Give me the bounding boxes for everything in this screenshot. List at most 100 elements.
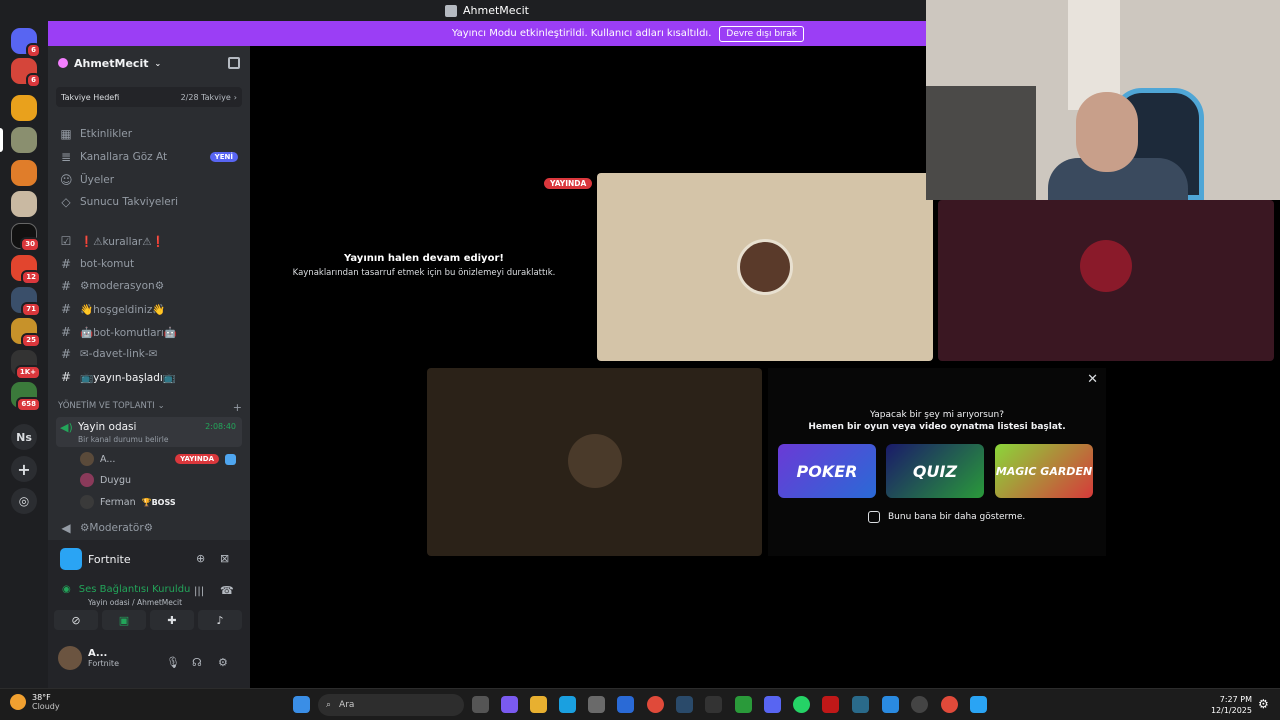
server-icon[interactable]: 658 bbox=[11, 382, 41, 412]
guild-header[interactable]: AhmetMecit ⌄ bbox=[48, 46, 250, 80]
netflix-icon[interactable] bbox=[822, 696, 839, 713]
obs-icon[interactable] bbox=[911, 696, 928, 713]
voice-connection[interactable]: ◉ Ses Bağlantısı Kuruldu bbox=[62, 584, 190, 595]
game-quiz-planet[interactable]: QUIZ bbox=[886, 444, 984, 498]
edge-icon[interactable] bbox=[559, 696, 576, 713]
game-magic-garden[interactable]: MAGIC GARDEN bbox=[995, 444, 1093, 498]
steam-icon[interactable] bbox=[676, 696, 693, 713]
channel-moderasyon[interactable]: # ⚙moderasyon⚙ bbox=[56, 276, 242, 296]
settings-gear-icon[interactable]: ⚙ bbox=[1258, 697, 1269, 711]
popout-icon[interactable]: ⊠ bbox=[220, 552, 229, 565]
whatsapp-icon[interactable] bbox=[793, 696, 810, 713]
channel-label: 👋hoşgeldiniz👋 bbox=[80, 303, 166, 316]
avatar bbox=[1080, 240, 1132, 292]
screen-share-button[interactable]: ▣ bbox=[102, 610, 146, 630]
add-channel-icon[interactable]: + bbox=[233, 401, 242, 414]
server-icon[interactable]: 12 bbox=[11, 255, 41, 285]
connection-channel[interactable]: Yayin odasi / AhmetMecit bbox=[88, 598, 182, 607]
voice-channel-moderator[interactable]: ◀ ⚙Moderatör⚙ bbox=[56, 518, 242, 538]
server-icon[interactable] bbox=[11, 95, 37, 121]
voice-member[interactable]: Ferman 🏆BOSS bbox=[80, 492, 242, 512]
voice-member[interactable]: Duygu bbox=[80, 470, 242, 490]
server-icon[interactable]: 71 bbox=[11, 287, 41, 317]
channel-label: bot-komut bbox=[80, 258, 135, 270]
menu-server-boosts[interactable]: ◇ Sunucu Takviyeleri bbox=[56, 192, 242, 212]
microphone-icon[interactable]: 🎙 bbox=[166, 656, 180, 669]
add-server-icon[interactable]: + bbox=[11, 456, 37, 482]
add-friend-icon[interactable]: ⊕ bbox=[196, 552, 205, 565]
app-icon[interactable] bbox=[882, 696, 899, 713]
epic-games-icon[interactable] bbox=[705, 696, 722, 713]
clock-date: 12/1/2025 bbox=[1210, 706, 1252, 715]
channel-yayin-basladi[interactable]: # 📺yayın-başladı📺 bbox=[56, 367, 242, 387]
user-panel: Fortnite ⊕ ⊠ ◉ Ses Bağlantısı Kuruldu Ya… bbox=[48, 540, 250, 688]
chrome-icon[interactable] bbox=[647, 696, 664, 713]
start-icon[interactable] bbox=[293, 696, 310, 713]
invite-icon[interactable] bbox=[228, 57, 240, 69]
channel-hosgeldiniz[interactable]: # 👋hoşgeldiniz👋 bbox=[56, 299, 242, 319]
boost-goal[interactable]: Takviye Hedefi 2/28 Takviye › bbox=[56, 87, 242, 107]
xbox-icon[interactable] bbox=[735, 696, 752, 713]
discord-icon[interactable] bbox=[764, 696, 781, 713]
disable-streamer-mode-button[interactable]: Devre dışı bırak bbox=[719, 25, 804, 42]
weather-widget[interactable]: 38°F Cloudy bbox=[10, 693, 60, 711]
app-icon[interactable] bbox=[852, 696, 869, 713]
hash-icon: # bbox=[60, 325, 72, 339]
category-label: YÖNETİM VE TOPLANTI bbox=[58, 401, 155, 411]
dont-show-again[interactable]: Bunu bana bir daha gösterme. bbox=[868, 511, 1025, 523]
channel-bot-komut[interactable]: # bot-komut bbox=[56, 254, 242, 274]
menu-events[interactable]: ▦ Etkinlikler bbox=[56, 124, 242, 144]
close-icon[interactable]: ✕ bbox=[1087, 372, 1098, 387]
noise-suppression-icon[interactable]: ||| bbox=[194, 586, 204, 597]
channel-rules[interactable]: ☑ ❗⚠kurallar⚠❗ bbox=[56, 231, 242, 251]
voice-channel-yayin-odasi[interactable]: ◀) Yayin odasi Bir kanal durumu belirle … bbox=[56, 417, 242, 447]
disconnect-icon[interactable]: ☎ bbox=[220, 584, 234, 597]
mail-icon[interactable] bbox=[617, 696, 634, 713]
rules-icon: ☑ bbox=[60, 234, 72, 248]
discord-home-icon[interactable]: 6 bbox=[11, 28, 41, 58]
camera-off-button[interactable]: ⊘ bbox=[54, 610, 98, 630]
server-icon[interactable] bbox=[11, 191, 37, 217]
game-poker-night[interactable]: POKER bbox=[778, 444, 876, 498]
windows-taskbar: 38°F Cloudy ⌕ Ara 7:27 PM 12/1/2025 ⚙ bbox=[0, 688, 1280, 720]
channel-bot-komutlari[interactable]: # 🤖bot-komutları🤖 bbox=[56, 322, 242, 342]
server-icon-active[interactable] bbox=[11, 127, 37, 153]
menu-label: Etkinlikler bbox=[80, 128, 133, 140]
headphones-icon[interactable]: ☊ bbox=[192, 656, 202, 669]
menu-members[interactable]: ☺ Üyeler bbox=[56, 170, 242, 190]
checkbox[interactable] bbox=[868, 511, 880, 523]
channel-davet-link[interactable]: # ✉-davet-link-✉ bbox=[56, 344, 242, 364]
participant-tile[interactable] bbox=[427, 368, 762, 556]
activity-row: Fortnite bbox=[60, 548, 131, 570]
menu-label: Üyeler bbox=[80, 174, 115, 186]
activities-button[interactable]: ✚ bbox=[150, 610, 194, 630]
current-user[interactable]: A... Fortnite bbox=[58, 646, 119, 670]
store-icon[interactable] bbox=[588, 696, 605, 713]
server-icon-ns[interactable]: Ns bbox=[11, 424, 37, 450]
taskbar-search[interactable]: ⌕ Ara bbox=[318, 694, 464, 716]
participant-tile[interactable] bbox=[597, 173, 933, 361]
system-clock[interactable]: 7:27 PM 12/1/2025 bbox=[1208, 694, 1252, 716]
voice-channel-status[interactable]: Bir kanal durumu belirle bbox=[78, 435, 168, 444]
task-view-icon[interactable] bbox=[472, 696, 489, 713]
server-icon[interactable]: 25 bbox=[11, 318, 41, 348]
file-explorer-icon[interactable] bbox=[530, 696, 547, 713]
app-window: 6 6 30 12 71 25 1K+ 658 Ns + ◎ AhmetMeci… bbox=[0, 0, 1280, 688]
server-icon-m[interactable]: 6 bbox=[11, 58, 41, 88]
discover-icon[interactable]: ◎ bbox=[11, 488, 37, 514]
category-header[interactable]: YÖNETİM VE TOPLANTI ⌄ + bbox=[58, 401, 242, 414]
settings-gear-icon[interactable]: ⚙ bbox=[218, 656, 228, 669]
server-icon[interactable]: 30 bbox=[11, 223, 40, 252]
soundboard-button[interactable]: ♪ bbox=[198, 610, 242, 630]
weather-icon bbox=[10, 694, 26, 710]
server-icon[interactable]: 1K+ bbox=[11, 350, 41, 380]
server-icon[interactable] bbox=[11, 160, 37, 186]
menu-browse-channels[interactable]: ≣ Kanallara Göz At YENİ bbox=[56, 147, 242, 167]
participant-tile[interactable] bbox=[938, 200, 1274, 361]
chrome-icon[interactable] bbox=[941, 696, 958, 713]
voice-member[interactable]: A... YAYINDA bbox=[80, 449, 242, 469]
activity-game: Fortnite bbox=[88, 552, 131, 566]
fortnite-icon[interactable] bbox=[970, 696, 987, 713]
copilot-icon[interactable] bbox=[501, 696, 518, 713]
avatar bbox=[80, 473, 94, 487]
